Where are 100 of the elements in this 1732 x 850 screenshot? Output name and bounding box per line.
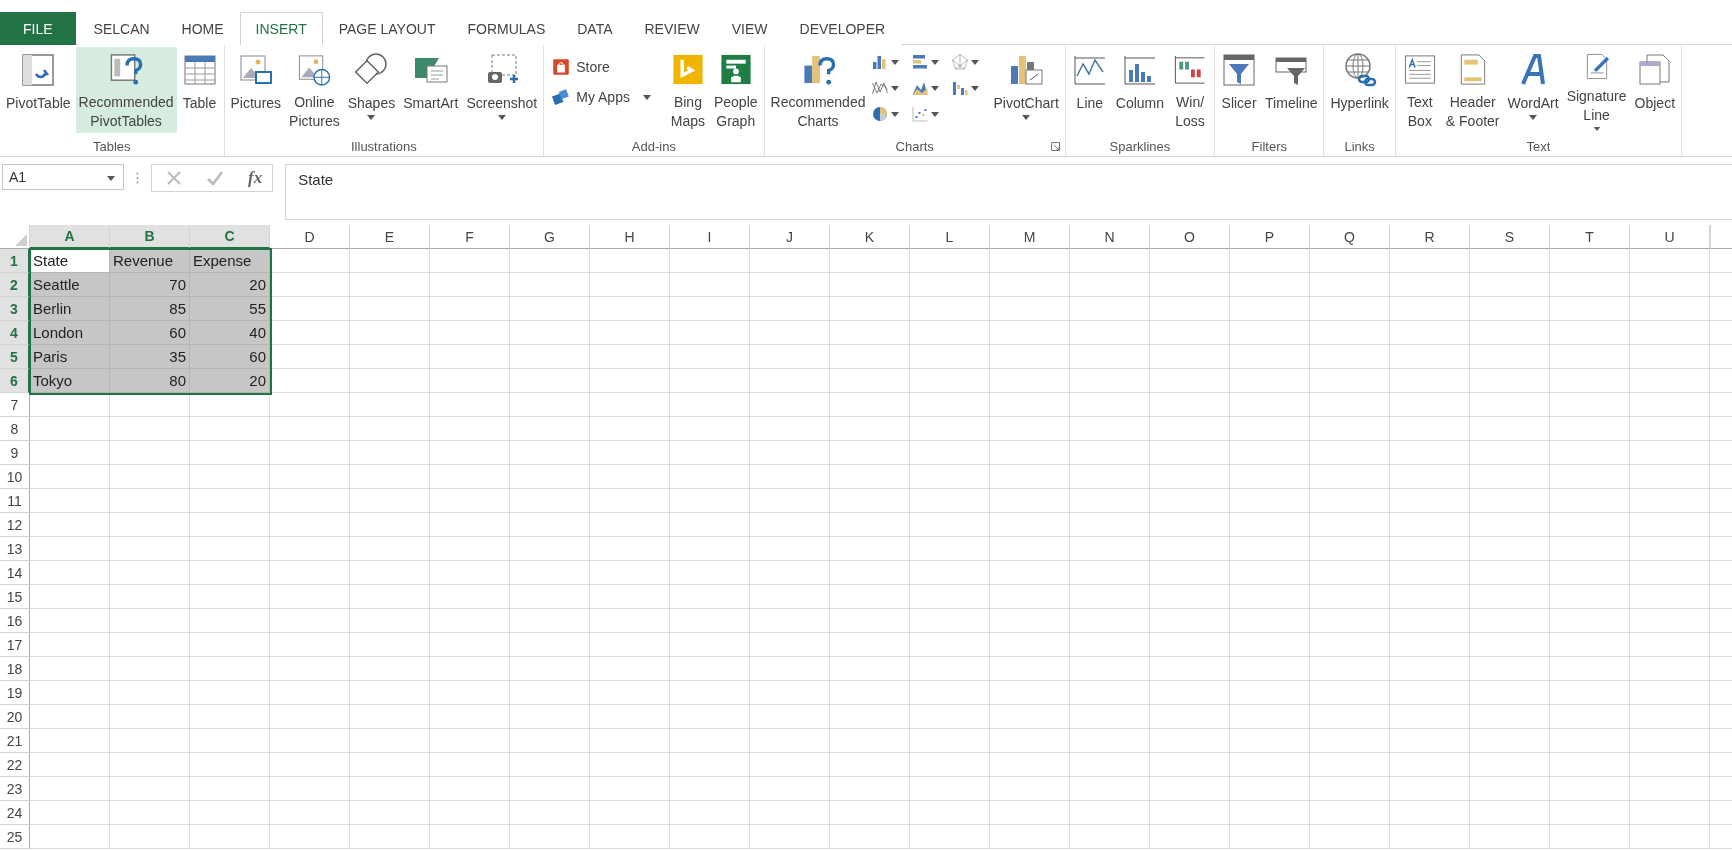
row-number[interactable]: 16 xyxy=(0,609,30,633)
row-number[interactable]: 5 xyxy=(0,345,30,369)
formula-field[interactable]: State xyxy=(285,164,1732,220)
ribbon-button[interactable]: Hyperlink xyxy=(1327,47,1392,133)
row-number[interactable]: 24 xyxy=(0,801,30,825)
ribbon-button[interactable]: Win/ Loss xyxy=(1169,47,1212,133)
table-cell[interactable]: 60 xyxy=(110,321,190,345)
table-cell[interactable]: Seattle xyxy=(30,273,110,297)
row-number[interactable]: 19 xyxy=(0,681,30,705)
letter-heading[interactable]: T xyxy=(1550,225,1630,249)
row-number[interactable]: 15 xyxy=(0,585,30,609)
ribbon-button[interactable]: PivotTable xyxy=(3,47,74,133)
letter-heading[interactable]: E xyxy=(350,225,430,249)
name-box[interactable]: A1 xyxy=(2,164,124,190)
row-number[interactable]: 13 xyxy=(0,537,30,561)
letter-heading[interactable]: M xyxy=(990,225,1070,249)
ribbon-button[interactable]: My Apps xyxy=(547,85,655,109)
ribbon-button[interactable]: Shapes xyxy=(344,47,399,133)
letter-heading[interactable]: Q xyxy=(1310,225,1390,249)
ribbon-button[interactable]: Text Box xyxy=(1398,47,1441,133)
table-cell[interactable]: 60 xyxy=(190,345,270,369)
pie-chart-icon xyxy=(871,105,890,123)
object-icon xyxy=(1636,52,1673,88)
row-number[interactable]: 2 xyxy=(0,273,30,297)
dialog-launcher-icon[interactable] xyxy=(1050,142,1060,151)
ribbon-button[interactable]: Signature Line xyxy=(1563,47,1630,133)
letter-heading[interactable]: C xyxy=(190,225,270,249)
row-number[interactable]: 11 xyxy=(0,489,30,513)
row-number[interactable]: 20 xyxy=(0,705,30,729)
table-cell[interactable]: Revenue xyxy=(110,249,190,273)
ribbon-button[interactable]: Header & Footer xyxy=(1442,47,1503,133)
ribbon-button[interactable]: Slicer xyxy=(1218,47,1261,133)
file-tab[interactable]: FILE xyxy=(0,12,76,45)
ribbon-button[interactable]: Screenshot xyxy=(463,47,541,133)
table-cell[interactable]: Berlin xyxy=(30,297,110,321)
table-cell[interactable]: 40 xyxy=(190,321,270,345)
ribbon-button[interactable]: Line xyxy=(1068,47,1111,133)
table-cell[interactable]: Expense xyxy=(190,249,270,273)
letter-heading[interactable]: L xyxy=(910,225,990,249)
ribbon-button[interactable]: Online Pictures xyxy=(286,47,343,133)
letter-heading[interactable]: P xyxy=(1230,225,1310,249)
ribbon-button[interactable]: Object xyxy=(1631,47,1679,133)
row-number[interactable]: 22 xyxy=(0,753,30,777)
row-number[interactable]: 8 xyxy=(0,417,30,441)
table-cell[interactable]: 20 xyxy=(190,273,270,297)
table-cell[interactable]: 85 xyxy=(110,297,190,321)
letter-heading[interactable]: F xyxy=(430,225,510,249)
row-number[interactable]: 1 xyxy=(0,249,30,273)
letter-heading[interactable]: O xyxy=(1150,225,1230,249)
letter-heading[interactable]: D xyxy=(270,225,350,249)
row-number[interactable]: 18 xyxy=(0,657,30,681)
ribbon-button[interactable]: People Graph xyxy=(710,47,761,133)
letter-heading[interactable]: U xyxy=(1630,225,1710,249)
insert-function-button[interactable]: fx xyxy=(248,168,263,188)
row-number[interactable]: 6 xyxy=(0,369,30,393)
table-cell[interactable]: 55 xyxy=(190,297,270,321)
row-number[interactable]: 21 xyxy=(0,729,30,753)
ribbon-button[interactable]: Table xyxy=(178,47,221,133)
ribbon-tab[interactable]: INSERT xyxy=(239,12,323,45)
row-number[interactable]: 25 xyxy=(0,825,30,849)
row-number[interactable]: 7 xyxy=(0,393,30,417)
letter-heading[interactable]: B xyxy=(110,225,190,249)
table-cell[interactable]: London xyxy=(30,321,110,345)
grip-icon[interactable] xyxy=(136,172,139,184)
table-cell[interactable]: Paris xyxy=(30,345,110,369)
select-all-button[interactable] xyxy=(0,225,30,249)
table-cell[interactable]: 20 xyxy=(190,369,270,393)
table-cell[interactable]: 80 xyxy=(110,369,190,393)
ribbon-button[interactable]: Bing Maps xyxy=(666,47,709,133)
check-icon[interactable] xyxy=(206,170,224,186)
row-number[interactable]: 17 xyxy=(0,633,30,657)
letter-heading[interactable]: G xyxy=(510,225,590,249)
row-number[interactable]: 12 xyxy=(0,513,30,537)
letter-heading[interactable]: A xyxy=(30,225,110,249)
row-number[interactable]: 9 xyxy=(0,441,30,465)
ribbon-button[interactable]: Recommended Charts xyxy=(767,47,869,133)
letter-heading[interactable]: R xyxy=(1390,225,1470,249)
ribbon-button[interactable]: Recommended PivotTables xyxy=(75,47,177,133)
row-number[interactable]: 4 xyxy=(0,321,30,345)
ribbon-button[interactable]: Store xyxy=(547,55,655,79)
letter-heading[interactable]: J xyxy=(750,225,830,249)
table-cell[interactable]: 35 xyxy=(110,345,190,369)
letter-heading[interactable]: I xyxy=(670,225,750,249)
row-number[interactable]: 10 xyxy=(0,465,30,489)
letter-heading[interactable]: H xyxy=(590,225,670,249)
ribbon-button[interactable]: Column xyxy=(1112,47,1168,133)
row-number[interactable]: 3 xyxy=(0,297,30,321)
letter-heading[interactable]: K xyxy=(830,225,910,249)
ribbon-button[interactable]: Timeline xyxy=(1262,47,1321,133)
table-question-icon xyxy=(108,52,145,87)
row-number[interactable]: 14 xyxy=(0,561,30,585)
ribbon-button[interactable]: Pictures xyxy=(227,47,285,133)
row-number[interactable]: 23 xyxy=(0,777,30,801)
ribbon-button[interactable]: WordArt xyxy=(1504,47,1562,133)
ribbon-button[interactable]: SmartArt xyxy=(400,47,462,133)
ribbon-button[interactable]: PivotChart xyxy=(990,47,1062,133)
table-cell[interactable]: 70 xyxy=(110,273,190,297)
table-cell[interactable]: Tokyo xyxy=(30,369,110,393)
letter-heading[interactable]: N xyxy=(1070,225,1150,249)
letter-heading[interactable]: S xyxy=(1470,225,1550,249)
